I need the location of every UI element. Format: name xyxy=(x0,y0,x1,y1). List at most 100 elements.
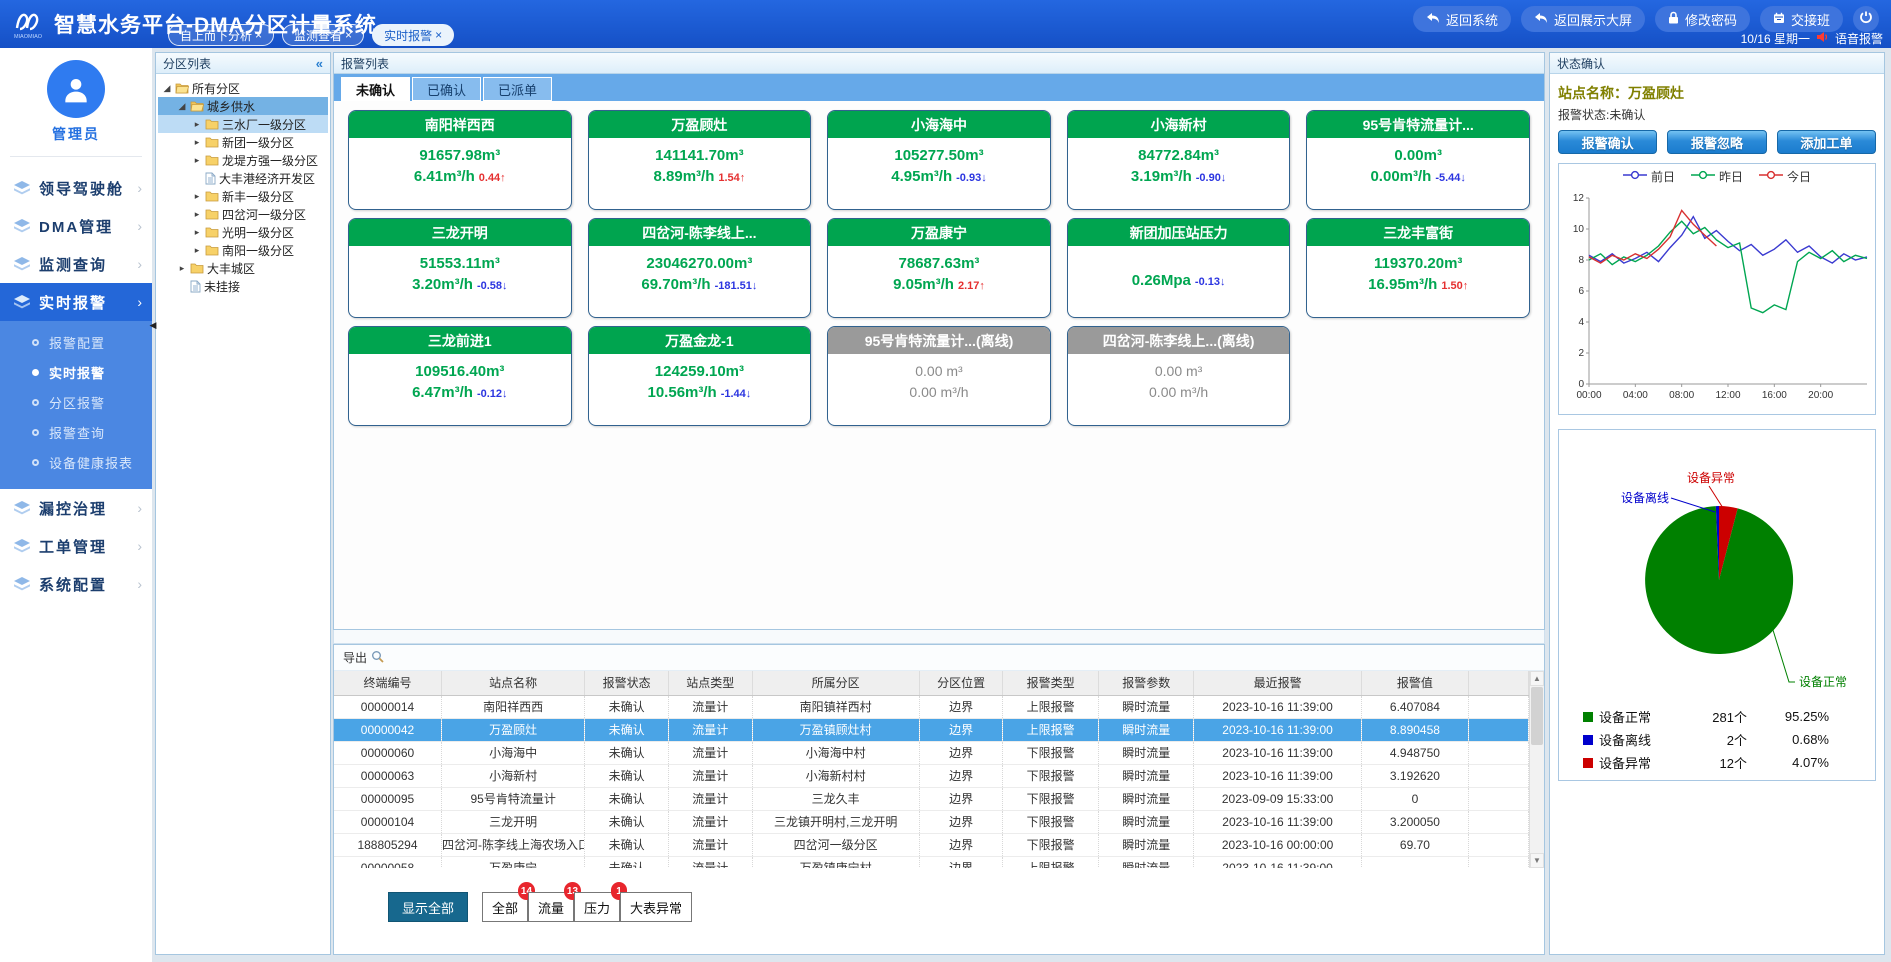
expander-icon[interactable]: ▸ xyxy=(192,137,202,148)
legend-item-昨日[interactable]: 昨日 xyxy=(1691,168,1743,185)
expander-icon[interactable]: ▸ xyxy=(192,209,202,220)
tab-monitor-view[interactable]: 监测查看 × xyxy=(282,24,364,46)
power-button[interactable] xyxy=(1853,6,1879,32)
column-header-最近报警[interactable]: 最近报警 xyxy=(1194,671,1361,695)
expander-icon[interactable]: ▸ xyxy=(192,155,202,166)
sidebar-item-DMA管理[interactable]: DMA管理› xyxy=(0,207,152,245)
tree-node[interactable]: ▸新丰一级分区 xyxy=(158,187,328,205)
scroll-up-arrow[interactable]: ▲ xyxy=(1530,671,1544,686)
shift-change-button[interactable]: 交接班 xyxy=(1760,6,1843,32)
table-row[interactable]: 00000063小海新村未确认流量计小海新村村边界下限报警瞬时流量2023-10… xyxy=(334,764,1529,787)
filter-button-全部[interactable]: 全部14 xyxy=(482,892,528,922)
table-row[interactable]: 00000058万盈康宁未确认流量计万盈镇康宁村边界上限报警瞬时流量2023-1… xyxy=(334,856,1529,868)
alarm-card[interactable]: 95号肯特流量计...0.00m³0.00m³/h-5.44↓ xyxy=(1306,110,1530,210)
tree-node[interactable]: 大丰港经济开发区 xyxy=(158,169,328,187)
expander-icon[interactable]: ◢ xyxy=(162,83,172,94)
alarm-card[interactable]: 小海新村84772.84m³3.19m³/h-0.90↓ xyxy=(1067,110,1291,210)
alarm-card[interactable]: 新团加压站压力0.26Mpa-0.13↓ xyxy=(1067,218,1291,318)
filter-button-压力[interactable]: 压力1 xyxy=(574,892,620,922)
tree-node[interactable]: ◢所有分区 xyxy=(158,79,328,97)
alarm-tab-已确认[interactable]: 已确认 xyxy=(412,77,481,101)
magnifier-icon[interactable] xyxy=(371,650,384,666)
column-header-报警状态[interactable]: 报警状态 xyxy=(585,671,669,695)
filter-button-大表异常[interactable]: 大表异常 xyxy=(620,892,692,922)
column-header-终端编号[interactable]: 终端编号 xyxy=(334,671,442,695)
alarm-card[interactable]: 三龙丰富街119370.20m³16.95m³/h1.50↑ xyxy=(1306,218,1530,318)
column-header-分区位置[interactable]: 分区位置 xyxy=(919,671,1003,695)
column-header-报警值[interactable]: 报警值 xyxy=(1361,671,1469,695)
table-row[interactable]: 00000042万盈顾灶未确认流量计万盈镇顾灶村边界上限报警瞬时流量2023-1… xyxy=(334,718,1529,741)
sidebar-item-领导驾驶舱[interactable]: 领导驾驶舱› xyxy=(0,169,152,207)
tree-collapse-icon[interactable]: « xyxy=(316,56,323,71)
sidebar-item-监测查询[interactable]: 监测查询› xyxy=(0,245,152,283)
sidebar-item-漏控治理[interactable]: 漏控治理› xyxy=(0,489,152,527)
alarm-card[interactable]: 南阳祥西西91657.98m³6.41m³/h0.44↑ xyxy=(348,110,572,210)
alarm-card[interactable]: 小海海中105277.50m³4.95m³/h-0.93↓ xyxy=(827,110,1051,210)
sidebar-subitem-报警配置[interactable]: 报警配置 xyxy=(0,327,152,357)
expander-icon[interactable]: ▸ xyxy=(192,191,202,202)
sidebar-subitem-分区报警[interactable]: 分区报警 xyxy=(0,387,152,417)
column-header-站点名称[interactable]: 站点名称 xyxy=(442,671,585,695)
table-row[interactable]: 188805294四岔河-陈李线上海农场入口未确认流量计四岔河一级分区边界下限报… xyxy=(334,833,1529,856)
table-scrollbar[interactable]: ▲ ▼ xyxy=(1529,671,1544,868)
export-button[interactable]: 导出 xyxy=(343,649,367,666)
tree-node[interactable]: ▸三水厂一级分区 xyxy=(158,115,328,133)
tab-realtime-alarm[interactable]: 实时报警 × xyxy=(372,24,454,46)
back-system-button[interactable]: 返回系统 xyxy=(1413,6,1511,32)
expander-icon[interactable]: ▸ xyxy=(192,245,202,256)
column-header-报警参数[interactable]: 报警参数 xyxy=(1098,671,1194,695)
tree-node[interactable]: ▸四岔河一级分区 xyxy=(158,205,328,223)
tree-node[interactable]: ▸南阳一级分区 xyxy=(158,241,328,259)
alarm-confirm-button[interactable]: 报警确认 xyxy=(1558,130,1657,154)
expander-icon[interactable]: ▸ xyxy=(192,227,202,238)
tree-node[interactable]: ◢城乡供水 xyxy=(158,97,328,115)
filter-button-流量[interactable]: 流量13 xyxy=(528,892,574,922)
tab-close-icon[interactable]: × xyxy=(435,28,442,42)
tab-close-icon[interactable]: × xyxy=(345,28,352,42)
tab-top-down-analysis[interactable]: 自上而下分析 × xyxy=(168,24,274,46)
table-row[interactable]: 0000009595号肯特流量计未确认流量计三龙久丰边界下限报警瞬时流量2023… xyxy=(334,787,1529,810)
horizontal-splitter[interactable] xyxy=(333,630,1545,644)
tree-node[interactable]: 未挂接 xyxy=(158,277,328,295)
add-workorder-button[interactable]: 添加工单 xyxy=(1777,130,1876,154)
change-password-button[interactable]: 修改密码 xyxy=(1655,6,1750,32)
table-row[interactable]: 00000014南阳祥西西未确认流量计南阳镇祥西村边界上限报警瞬时流量2023-… xyxy=(334,695,1529,718)
alarm-tab-已派单[interactable]: 已派单 xyxy=(483,77,552,101)
back-bigscreen-button[interactable]: 返回展示大屏 xyxy=(1521,6,1645,32)
sidebar-subitem-实时报警[interactable]: 实时报警 xyxy=(0,357,152,387)
table-row[interactable]: 00000104三龙开明未确认流量计三龙镇开明村,三龙开明边界下限报警瞬时流量2… xyxy=(334,810,1529,833)
alarm-card[interactable]: 三龙前进1109516.40m³6.47m³/h-0.12↓ xyxy=(348,326,572,426)
tree-node[interactable]: ▸龙堤方强一级分区 xyxy=(158,151,328,169)
column-header-所属分区[interactable]: 所属分区 xyxy=(752,671,919,695)
alarm-card[interactable]: 万盈顾灶141141.70m³8.89m³/h1.54↑ xyxy=(588,110,812,210)
sidebar-item-工单管理[interactable]: 工单管理› xyxy=(0,527,152,565)
expander-icon[interactable]: ▸ xyxy=(192,119,202,130)
alarm-card[interactable]: 万盈康宁78687.63m³9.05m³/h2.17↑ xyxy=(827,218,1051,318)
alarm-card[interactable]: 四岔河-陈李线上...(离线)0.00 m³0.00 m³/h xyxy=(1067,326,1291,426)
tree-node[interactable]: ▸光明一级分区 xyxy=(158,223,328,241)
alarm-tab-未确认[interactable]: 未确认 xyxy=(341,77,410,101)
scroll-down-arrow[interactable]: ▼ xyxy=(1530,853,1544,868)
alarm-ignore-button[interactable]: 报警忽略 xyxy=(1667,130,1766,154)
tree-node[interactable]: ▸大丰城区 xyxy=(158,259,328,277)
sidebar-item-实时报警[interactable]: 实时报警› xyxy=(0,283,152,321)
voice-alarm-icon[interactable] xyxy=(1816,31,1829,46)
alarm-card[interactable]: 万盈金龙-1124259.10m³10.56m³/h-1.44↓ xyxy=(588,326,812,426)
sidebar-item-系统配置[interactable]: 系统配置› xyxy=(0,565,152,603)
table-row[interactable]: 00000060小海海中未确认流量计小海海中村边界下限报警瞬时流量2023-10… xyxy=(334,741,1529,764)
legend-item-前日[interactable]: 前日 xyxy=(1623,168,1675,185)
sidebar-subitem-设备健康报表[interactable]: 设备健康报表 xyxy=(0,447,152,477)
column-header-报警类型[interactable]: 报警类型 xyxy=(1003,671,1099,695)
column-header-站点类型[interactable]: 站点类型 xyxy=(668,671,752,695)
show-all-button[interactable]: 显示全部 xyxy=(388,892,468,922)
expander-icon[interactable]: ▸ xyxy=(177,263,187,274)
legend-item-今日[interactable]: 今日 xyxy=(1759,168,1811,185)
alarm-card[interactable]: 四岔河-陈李线上...23046270.00m³69.70m³/h-181.51… xyxy=(588,218,812,318)
tree-node[interactable]: ▸新团一级分区 xyxy=(158,133,328,151)
tab-close-icon[interactable]: × xyxy=(255,28,262,42)
panel-collapse-handle[interactable]: ◀ xyxy=(148,312,158,338)
expander-icon[interactable]: ◢ xyxy=(177,101,187,112)
scroll-thumb[interactable] xyxy=(1531,687,1543,745)
sidebar-subitem-报警查询[interactable]: 报警查询 xyxy=(0,417,152,447)
alarm-card[interactable]: 95号肯特流量计...(离线)0.00 m³0.00 m³/h xyxy=(827,326,1051,426)
